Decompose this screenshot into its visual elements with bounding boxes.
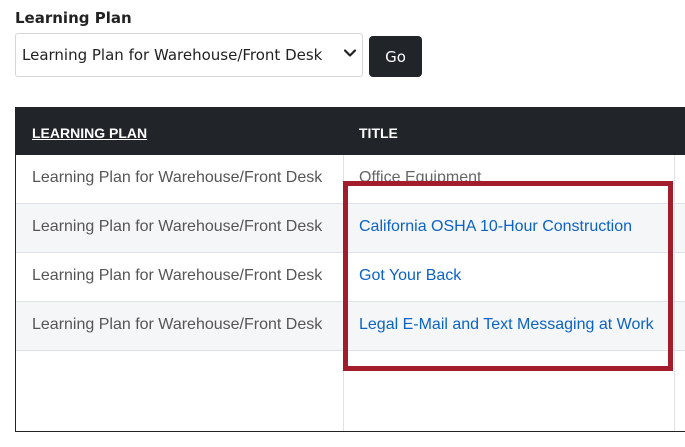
row-plan-cell: Learning Plan for Warehouse/Front Desk — [32, 316, 323, 333]
highlight-box — [343, 181, 673, 371]
learning-plan-select-value: Learning Plan for Warehouse/Front Desk — [22, 46, 323, 64]
table-header: LEARNING PLAN TITLE — [16, 108, 685, 155]
row-plan-cell: Learning Plan for Warehouse/Front Desk — [32, 218, 323, 235]
go-button[interactable]: Go — [369, 36, 422, 77]
row-plan-cell: Learning Plan for Warehouse/Front Desk — [32, 267, 323, 284]
column-header-title: TITLE — [359, 125, 398, 141]
learning-plan-label: Learning Plan — [15, 9, 132, 27]
row-plan-cell: Learning Plan for Warehouse/Front Desk — [32, 169, 323, 186]
column-header-learning-plan[interactable]: LEARNING PLAN — [32, 125, 147, 141]
chevron-down-icon — [343, 49, 357, 57]
column-divider — [674, 155, 675, 431]
page: Learning Plan Learning Plan for Warehous… — [0, 0, 685, 447]
learning-plan-select[interactable]: Learning Plan for Warehouse/Front Desk — [15, 33, 363, 77]
